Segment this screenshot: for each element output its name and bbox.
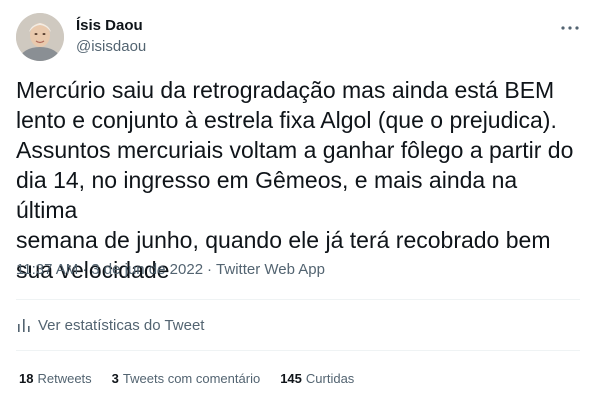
tweet-time[interactable]: 11:37 AM — [16, 261, 78, 278]
retweets-label: Retweets — [37, 371, 92, 386]
retweets-stat[interactable]: 18 Retweets — [19, 369, 92, 389]
tweet-date[interactable]: 3 de jun de 2022 — [91, 261, 203, 278]
bar-chart-icon — [16, 317, 32, 333]
likes-label: Curtidas — [305, 371, 355, 386]
meta-separator: · — [82, 261, 88, 278]
view-analytics-button[interactable]: Ver estatísticas do Tweet — [16, 314, 204, 336]
tweet-stats: 18 Retweets 3 Tweets com comentário 145 Cur… — [19, 369, 374, 389]
more-horizontal-icon[interactable] — [558, 16, 582, 40]
quotes-stat[interactable]: 3 Tweets com comentário — [112, 369, 261, 389]
author-handle[interactable]: @isisdaou — [76, 37, 146, 57]
quotes-count: 3 — [111, 371, 119, 386]
tweet-text: Mercúrio saiu da retrogradação mas ainda… — [16, 77, 574, 283]
tweet-meta: 11:37 AM · 3 de jun de 2022 · Twitter Web Ap… — [16, 260, 325, 280]
avatar[interactable] — [16, 13, 64, 61]
divider — [16, 350, 580, 351]
meta-separator: · — [207, 261, 213, 278]
divider — [16, 299, 580, 300]
tweet-card: Ísis Daou @isisdaou Mercúrio saiu da ret… — [0, 0, 596, 400]
author-name[interactable]: Ísis Daou — [76, 16, 143, 36]
avatar-image — [16, 13, 64, 61]
likes-stat[interactable]: 145 Curtidas — [280, 369, 354, 389]
analytics-label: Ver estatísticas do Tweet — [38, 316, 205, 334]
likes-count: 145 — [280, 371, 302, 386]
quotes-label: Tweets com comentário — [122, 371, 261, 386]
tweet-source[interactable]: Twitter Web App — [216, 261, 325, 278]
retweets-count: 18 — [19, 371, 34, 386]
